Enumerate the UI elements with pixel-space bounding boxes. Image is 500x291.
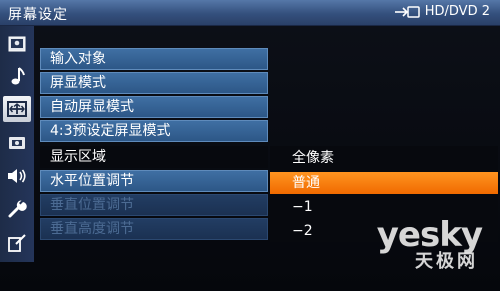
title-bar: 屏幕设定 HD/DVD 2 xyxy=(0,0,500,26)
source-label: HD/DVD 2 xyxy=(424,4,490,19)
menu-item-vertical-position: 垂直位置调节 xyxy=(40,194,268,216)
menu-item-input-target[interactable]: 输入对象 xyxy=(40,48,268,70)
watermark-sub: 天极网 xyxy=(415,251,478,272)
category-sidebar xyxy=(0,26,34,262)
option-full-pixel[interactable]: 全像素 xyxy=(270,147,498,169)
speaker-icon[interactable] xyxy=(3,163,31,189)
menu-item-display-mode[interactable]: 屏显模式 xyxy=(40,72,268,94)
music-note-icon[interactable] xyxy=(3,63,31,89)
page-title: 屏幕设定 xyxy=(8,7,68,23)
option-normal[interactable]: 普通 xyxy=(270,172,498,194)
watermark-brand: yesky xyxy=(376,215,483,255)
setup-icon[interactable] xyxy=(3,130,31,156)
wrench-icon[interactable] xyxy=(3,196,31,222)
picture-icon[interactable] xyxy=(3,31,31,57)
menu-item-horizontal-position[interactable]: 水平位置调节 xyxy=(40,170,268,192)
menu-item-vertical-height: 垂直高度调节 xyxy=(40,218,268,240)
source-indicator: HD/DVD 2 xyxy=(394,4,490,19)
osd-screen: 屏幕设定 HD/DVD 2 输入对象 屏显模式 自动屏显模式 4:3预设定屏显模… xyxy=(0,0,500,291)
menu-item-auto-display-mode[interactable]: 自动屏显模式 xyxy=(40,96,268,118)
menu-item-display-area[interactable]: 显示区域 xyxy=(40,146,268,168)
edit-icon[interactable] xyxy=(3,230,31,256)
screen-icon[interactable] xyxy=(3,96,31,122)
menu-item-43-preset-display-mode[interactable]: 4:3预设定屏显模式 xyxy=(40,120,268,142)
input-arrow-icon xyxy=(394,5,420,19)
watermark: yesky 天极网 xyxy=(376,215,483,272)
